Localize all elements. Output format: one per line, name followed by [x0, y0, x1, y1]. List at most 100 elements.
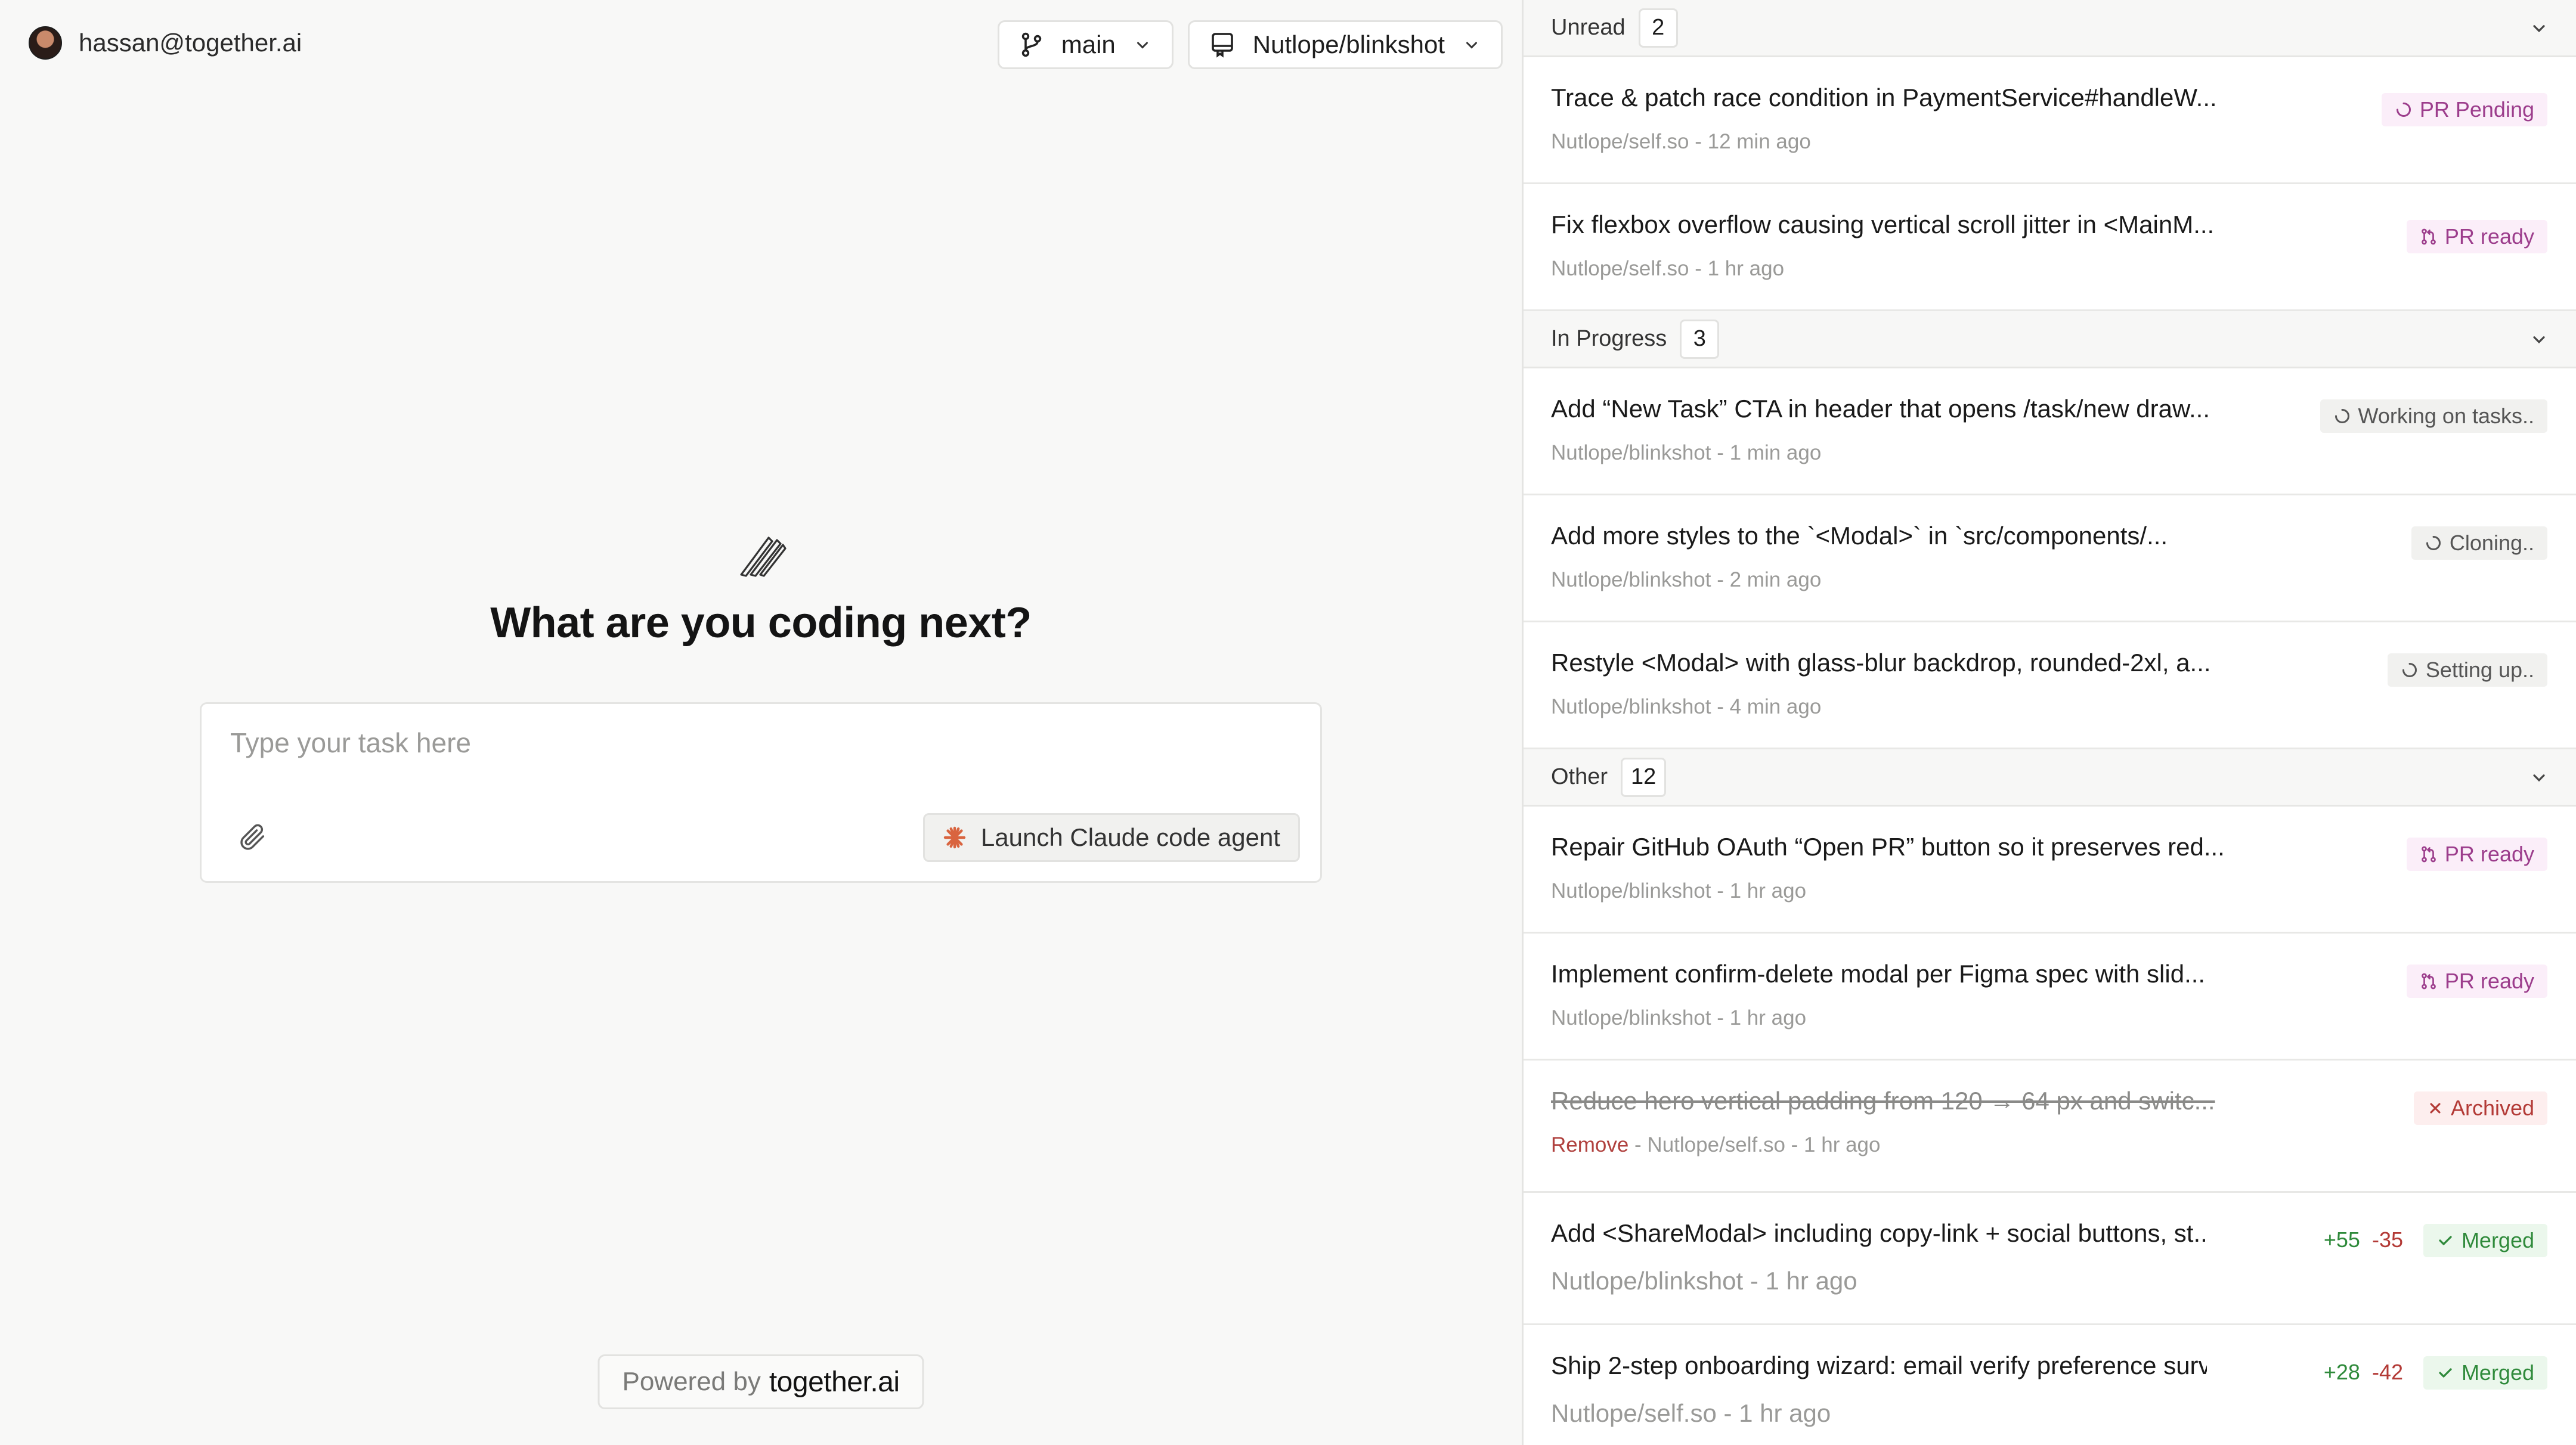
section-count: 12	[1621, 757, 1667, 797]
task-meta: Nutlope/self.so - 1 hr ago	[1551, 257, 1785, 280]
check-icon	[2439, 1368, 2452, 1378]
powered-by-badge[interactable]: Powered by together.ai	[597, 1354, 924, 1409]
deletions-count: -35	[2371, 1227, 2403, 1252]
top-controls: main Nutlope/blinkshot	[997, 20, 1503, 69]
git-branch-icon	[1021, 32, 1041, 57]
task-item[interactable]: Fix flexbox overflow causing vertical sc…	[1524, 184, 2576, 311]
task-title: Restyle <Modal> with glass-blur backdrop…	[1551, 649, 2211, 677]
section-count: 2	[1638, 8, 1678, 48]
chevron-down-icon	[1137, 42, 1148, 49]
pull-request-icon	[2422, 228, 2436, 245]
section-header-unread[interactable]: Unread 2	[1524, 0, 2576, 57]
task-title: Implement confirm-delete modal per Figma…	[1551, 960, 2206, 988]
badge-label: PR ready	[2444, 224, 2534, 249]
task-title: Add <ShareModal> including copy-link + s…	[1551, 1219, 2207, 1247]
task-item[interactable]: Trace & patch race condition in PaymentS…	[1524, 57, 2576, 184]
pull-request-icon	[2422, 973, 2436, 990]
powered-by-prefix: Powered by	[622, 1367, 761, 1396]
task-title: Ship 2-step onboarding wizard: email ver…	[1551, 1351, 2207, 1379]
task-title: Repair GitHub OAuth “Open PR” button so …	[1551, 833, 2225, 861]
launch-label: Launch Claude code agent	[980, 823, 1280, 851]
main-panel: hassan@together.ai main Nutlope/blinksho…	[0, 0, 1524, 1445]
status-badge: PR ready	[2406, 838, 2547, 871]
task-meta: Nutlope/blinkshot - 1 min ago	[1551, 441, 1822, 464]
task-title: Reduce hero vertical padding from 120 → …	[1551, 1087, 2215, 1115]
avatar	[29, 26, 62, 60]
task-meta: Nutlope/self.so - 1 hr ago	[1551, 1399, 1831, 1427]
launch-agent-button[interactable]: Launch Claude code agent	[922, 813, 1300, 862]
pull-request-icon	[2422, 846, 2436, 863]
badge-label: Working on tasks..	[2358, 404, 2534, 428]
task-meta: Remove - Nutlope/self.so - 1 hr ago	[1551, 1133, 1880, 1157]
status-badge: Archived	[2413, 1091, 2547, 1125]
status-badge: Working on tasks..	[2320, 399, 2547, 433]
task-item[interactable]: Ship 2-step onboarding wizard: email ver…	[1524, 1325, 2576, 1445]
section-header-other[interactable]: Other 12	[1524, 749, 2576, 807]
badge-label: Cloning..	[2449, 531, 2534, 555]
x-icon	[2430, 1103, 2441, 1114]
check-icon	[2439, 1236, 2452, 1245]
deletions-count: -42	[2371, 1360, 2403, 1384]
composer-area: What are you coding next? Launch Claude …	[0, 531, 1522, 883]
task-meta: Nutlope/self.so - 12 min ago	[1551, 130, 1811, 153]
task-meta: Nutlope/blinkshot - 2 min ago	[1551, 568, 1822, 591]
spinner-icon	[2402, 663, 2417, 677]
task-item[interactable]: Add “New Task” CTA in header that opens …	[1524, 368, 2576, 495]
claude-star-icon	[943, 826, 966, 849]
badge-label: Archived	[2450, 1096, 2534, 1120]
status-badge: PR ready	[2406, 965, 2547, 998]
status-badge: Merged	[2423, 1356, 2547, 1390]
user-account[interactable]: hassan@together.ai	[29, 26, 302, 60]
section-header-in-progress[interactable]: In Progress 3	[1524, 311, 2576, 368]
repo-icon	[1211, 33, 1233, 58]
status-badge: PR ready	[2406, 220, 2547, 253]
section-label: In Progress	[1551, 326, 1667, 351]
task-item[interactable]: Add more styles to the `<Modal>` in `src…	[1524, 495, 2576, 622]
chevron-down-icon	[1466, 42, 1477, 49]
spinner-icon	[2426, 536, 2441, 550]
chevron-down-icon	[2533, 774, 2545, 782]
repo-select[interactable]: Nutlope/blinkshot	[1187, 20, 1503, 69]
branch-select[interactable]: main	[997, 20, 1174, 69]
task-item[interactable]: Add <ShareModal> including copy-link + s…	[1524, 1193, 2576, 1325]
task-title: Trace & patch race condition in PaymentS…	[1551, 83, 2217, 111]
section-label: Other	[1551, 764, 1608, 789]
task-item[interactable]: Restyle <Modal> with glass-blur backdrop…	[1524, 622, 2576, 749]
status-badge: Cloning..	[2411, 526, 2547, 560]
task-meta: Nutlope/blinkshot - 1 hr ago	[1551, 1267, 1857, 1295]
user-email: hassan@together.ai	[79, 29, 302, 57]
task-meta: Nutlope/blinkshot - 4 min ago	[1551, 695, 1822, 718]
additions-count: +28	[2323, 1360, 2360, 1384]
task-sidebar: Unread 2 Trace & patch race condition in…	[1524, 0, 2576, 1445]
status-badge: Setting up..	[2387, 653, 2547, 687]
badge-label: PR Pending	[2419, 97, 2534, 122]
branch-label: main	[1061, 30, 1116, 58]
page-title: What are you coding next?	[490, 599, 1032, 647]
badge-label: Merged	[2461, 1360, 2534, 1385]
diff-stats: +55 -35	[2324, 1227, 2403, 1252]
section-count: 3	[1680, 319, 1720, 359]
remove-link[interactable]: Remove	[1551, 1133, 1628, 1156]
task-item-archived[interactable]: Reduce hero vertical padding from 120 → …	[1524, 1061, 2576, 1193]
badge-label: PR ready	[2444, 969, 2534, 993]
badge-label: Setting up..	[2425, 658, 2534, 682]
chevron-down-icon	[2533, 336, 2545, 343]
brand-logo-icon	[739, 537, 787, 577]
section-label: Unread	[1551, 15, 1626, 40]
task-meta: Nutlope/blinkshot - 1 hr ago	[1551, 879, 1807, 903]
status-badge: PR Pending	[2381, 93, 2547, 126]
task-title: Add “New Task” CTA in header that opens …	[1551, 395, 2210, 423]
task-input[interactable]	[230, 727, 1292, 759]
task-title: Add more styles to the `<Modal>` in `src…	[1551, 522, 2168, 550]
task-meta-text: - Nutlope/self.so - 1 hr ago	[1628, 1133, 1881, 1156]
task-item[interactable]: Repair GitHub OAuth “Open PR” button so …	[1524, 807, 2576, 934]
spinner-icon	[2396, 103, 2411, 117]
task-item[interactable]: Implement confirm-delete modal per Figma…	[1524, 934, 2576, 1061]
badge-label: Merged	[2461, 1228, 2534, 1252]
repo-label: Nutlope/blinkshot	[1252, 30, 1445, 58]
task-meta: Nutlope/blinkshot - 1 hr ago	[1551, 1006, 1807, 1030]
chevron-down-icon	[2533, 24, 2545, 32]
paperclip-icon[interactable]	[237, 821, 268, 852]
diff-stats: +28 -42	[2324, 1360, 2403, 1385]
badge-label: PR ready	[2444, 842, 2534, 866]
